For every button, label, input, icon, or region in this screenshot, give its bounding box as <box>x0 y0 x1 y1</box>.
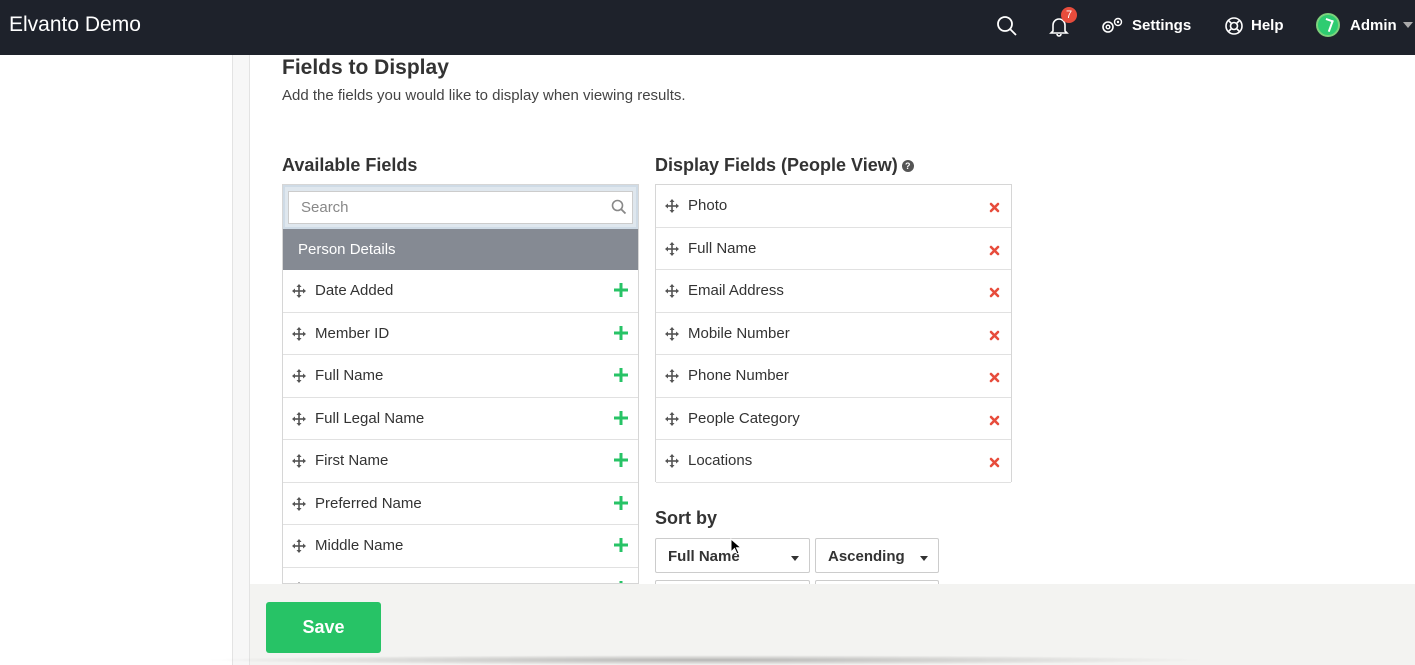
caret-down-icon <box>791 556 799 561</box>
add-icon[interactable] <box>614 453 628 467</box>
available-fields-list: Date Added Member ID Full Name Full Legal N… <box>283 270 638 583</box>
field-label: Email Address <box>688 282 784 299</box>
add-icon[interactable] <box>614 325 628 340</box>
drag-handle-icon[interactable] <box>292 496 306 511</box>
page-title: Fields to Display <box>282 56 449 79</box>
lifebuoy-icon <box>1225 17 1243 35</box>
left-sidebar <box>0 55 233 665</box>
field-label: Phone Number <box>688 367 789 384</box>
help-link[interactable]: Help <box>1251 17 1284 34</box>
mouse-cursor-icon <box>730 538 743 555</box>
display-field-row[interactable]: People Category <box>656 397 1011 440</box>
save-button[interactable]: Save <box>266 602 381 653</box>
display-field-row[interactable]: Locations <box>656 440 1011 483</box>
sort-by-heading: Sort by <box>655 508 718 528</box>
drag-handle-icon[interactable] <box>665 369 679 383</box>
drag-handle-icon[interactable] <box>292 369 306 383</box>
remove-icon[interactable] <box>989 285 1000 298</box>
display-fields-panel: Photo Full Name Email Address Mobile Number… <box>655 184 1012 483</box>
user-menu[interactable]: Admin <box>1350 17 1397 34</box>
add-icon[interactable] <box>614 410 628 425</box>
add-icon[interactable] <box>614 368 628 382</box>
field-label: Full Name <box>688 239 757 257</box>
top-navbar: Elvanto Demo 7 Settings Help Admin <box>0 0 1415 55</box>
help-icon[interactable]: ? <box>901 160 914 173</box>
drag-handle-icon[interactable] <box>665 411 679 426</box>
avatar[interactable] <box>1316 13 1340 37</box>
remove-icon[interactable] <box>989 243 1000 255</box>
remove-icon[interactable] <box>989 200 1000 213</box>
display-field-row[interactable]: Phone Number <box>656 355 1011 398</box>
drag-handle-icon[interactable] <box>292 326 306 341</box>
gears-icon <box>1102 17 1123 33</box>
add-icon[interactable] <box>614 495 628 510</box>
footer-bar <box>250 584 1415 665</box>
available-field-row[interactable]: Date Added <box>283 270 638 313</box>
caret-down-icon <box>920 556 928 561</box>
drag-handle-icon[interactable] <box>292 454 306 468</box>
available-field-row[interactable]: Last Name <box>283 567 638 583</box>
drag-handle-icon[interactable] <box>665 241 679 256</box>
display-fields-heading-text: Display Fields (People View) <box>655 155 898 175</box>
drag-handle-icon[interactable] <box>665 454 679 468</box>
field-label: Mobile Number <box>688 324 790 342</box>
search-icon[interactable] <box>996 15 1018 37</box>
search-icon <box>611 199 627 215</box>
available-fields-panel: Person Details Date Added Member ID Full N… <box>282 184 639 584</box>
field-label: Member ID <box>315 324 390 342</box>
field-label: Preferred Name <box>315 494 422 512</box>
sort-order-select[interactable]: Ascending <box>815 538 939 573</box>
drag-handle-icon[interactable] <box>665 284 679 298</box>
remove-icon[interactable] <box>989 370 1000 383</box>
footer-shadow <box>200 655 1210 665</box>
chevron-down-icon[interactable] <box>1403 22 1413 28</box>
display-field-row[interactable]: Full Name <box>656 227 1011 270</box>
drag-handle-icon[interactable] <box>665 199 679 213</box>
display-fields-list: Photo Full Name Email Address Mobile Number… <box>656 185 1011 483</box>
field-label: First Name <box>315 452 389 469</box>
available-field-row[interactable]: Preferred Name <box>283 482 638 525</box>
drag-handle-icon[interactable] <box>665 326 679 341</box>
remove-icon[interactable] <box>989 328 1000 340</box>
app-title[interactable]: Elvanto Demo <box>9 13 141 37</box>
drag-handle-icon[interactable] <box>292 411 306 426</box>
search-input[interactable] <box>288 191 633 224</box>
drag-handle-icon[interactable] <box>292 539 306 553</box>
remove-icon[interactable] <box>989 413 1000 425</box>
sort-field-value: Full Name <box>668 548 740 565</box>
display-field-row[interactable]: Photo <box>656 185 1011 228</box>
remove-icon[interactable] <box>989 455 1000 468</box>
add-icon[interactable] <box>614 283 628 297</box>
search-wrapper <box>283 185 638 229</box>
notification-badge: 7 <box>1061 7 1077 23</box>
field-label: Date Added <box>315 282 394 299</box>
group-header-person-details[interactable]: Person Details <box>283 229 638 270</box>
sidebar-divider <box>233 55 250 665</box>
field-label: Photo <box>688 197 728 214</box>
available-field-row[interactable]: Member ID <box>283 312 638 355</box>
field-label: People Category <box>688 409 800 427</box>
drag-handle-icon[interactable] <box>292 284 306 298</box>
display-field-row[interactable]: Email Address <box>656 270 1011 313</box>
display-field-row[interactable]: Mobile Number <box>656 312 1011 355</box>
available-field-row[interactable]: Full Name <box>283 355 638 398</box>
settings-link[interactable]: Settings <box>1132 17 1191 34</box>
available-field-row[interactable]: Full Legal Name <box>283 397 638 440</box>
add-icon[interactable] <box>614 538 628 552</box>
page-subtitle: Add the fields you would like to display… <box>282 87 686 104</box>
sort-order-value: Ascending <box>828 548 905 565</box>
available-field-row[interactable]: Middle Name <box>283 525 638 568</box>
field-label: Locations <box>688 452 753 469</box>
field-label: Middle Name <box>315 537 404 554</box>
available-field-row[interactable]: First Name <box>283 440 638 483</box>
field-label: Full Legal Name <box>315 409 425 427</box>
available-fields-heading: Available Fields <box>282 155 418 175</box>
display-fields-heading: Display Fields (People View)? <box>655 155 914 176</box>
field-label: Full Name <box>315 367 384 384</box>
